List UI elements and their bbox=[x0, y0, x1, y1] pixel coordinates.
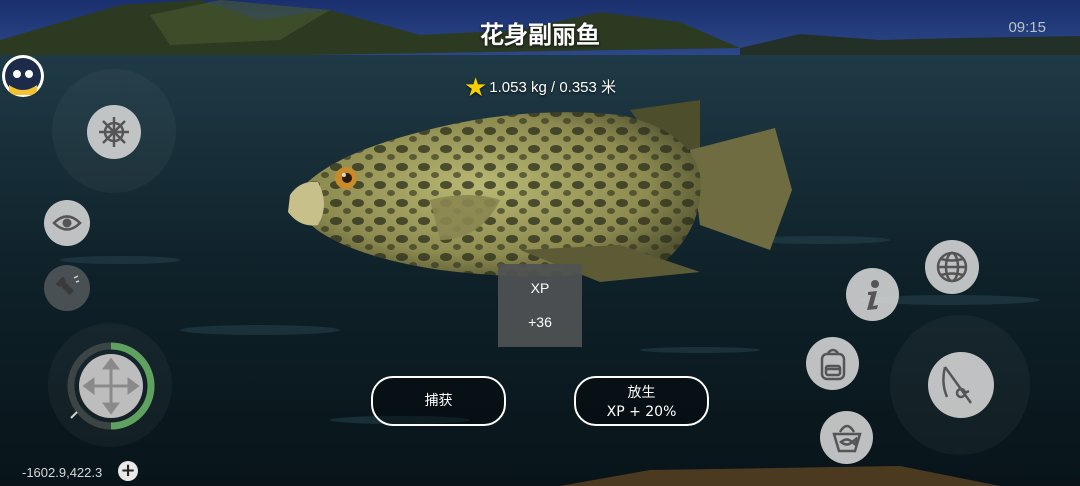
backpack-icon bbox=[820, 348, 845, 380]
release-label: 放生 bbox=[627, 385, 656, 401]
flashlight-button[interactable] bbox=[44, 265, 90, 311]
release-button[interactable]: 放生 XP + 20% bbox=[574, 376, 709, 426]
flashlight-icon bbox=[55, 275, 80, 295]
move-joystick[interactable] bbox=[67, 342, 155, 430]
weight-length-text: 1.053 kg / 0.353 米 bbox=[489, 79, 617, 96]
view-button[interactable] bbox=[44, 200, 90, 246]
globe-icon bbox=[936, 251, 968, 283]
fish-stats: ★ 1.053 kg / 0.353 米 bbox=[0, 72, 1080, 103]
globe-button[interactable] bbox=[925, 240, 979, 294]
clock: 09:15 bbox=[1008, 19, 1046, 36]
xp-label: XP bbox=[530, 280, 550, 296]
eye-icon bbox=[52, 215, 82, 231]
backpack-button[interactable] bbox=[806, 337, 859, 390]
fishing-rod-icon bbox=[942, 366, 973, 404]
fish-name: 花身副丽鱼 bbox=[480, 21, 600, 49]
catch-button[interactable]: 捕获 bbox=[371, 376, 506, 426]
star-icon: ★ bbox=[463, 72, 488, 102]
ship-wheel-button[interactable] bbox=[87, 105, 141, 159]
release-bonus-label: XP + 20% bbox=[606, 404, 677, 420]
add-icon[interactable]: + bbox=[118, 461, 138, 481]
info-button[interactable] bbox=[846, 268, 899, 321]
ship-wheel-icon bbox=[99, 117, 129, 147]
xp-value: +36 bbox=[528, 314, 552, 330]
xp-reward-box: XP +36 bbox=[498, 264, 582, 347]
fish-basket-button[interactable] bbox=[820, 411, 873, 464]
fish-basket-icon bbox=[831, 424, 862, 452]
coordinates-readout: -1602.9,422.3 bbox=[22, 465, 103, 480]
cast-rod-button[interactable] bbox=[928, 352, 994, 418]
info-icon bbox=[866, 279, 879, 310]
